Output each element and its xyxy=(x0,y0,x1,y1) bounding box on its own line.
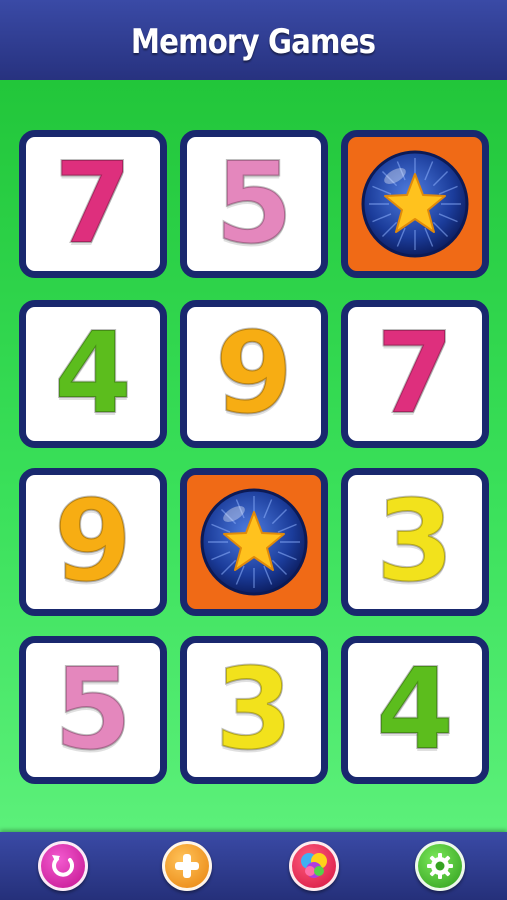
card-number: 5 xyxy=(214,139,294,269)
theme-button[interactable] xyxy=(289,841,339,891)
header-bar: Memory Games xyxy=(0,0,507,80)
card-face: 7 xyxy=(353,312,477,436)
card-4[interactable]: 4 xyxy=(19,300,167,448)
card-number: 9 xyxy=(214,309,294,439)
card-face: 9 xyxy=(31,480,155,604)
card-face: 7 xyxy=(31,142,155,266)
card-10[interactable]: 5 xyxy=(19,636,167,784)
restart-icon xyxy=(52,855,74,877)
card-face: 5 xyxy=(31,648,155,772)
card-number: 5 xyxy=(53,645,133,775)
game-board: 7 5 4 9 7 9 3 5 3 4 xyxy=(0,80,507,832)
card-number: 3 xyxy=(214,645,294,775)
page-title: Memory Games xyxy=(131,22,376,62)
card-number: 4 xyxy=(53,309,133,439)
card-11[interactable]: 3 xyxy=(180,636,328,784)
card-number: 7 xyxy=(53,139,133,269)
star-orb-icon xyxy=(187,475,321,609)
card-number: 3 xyxy=(375,477,455,607)
settings-button[interactable] xyxy=(415,841,465,891)
card-number: 4 xyxy=(375,645,455,775)
bottom-toolbar xyxy=(0,832,507,900)
card-6[interactable]: 7 xyxy=(341,300,489,448)
card-7[interactable]: 9 xyxy=(19,468,167,616)
card-5[interactable]: 9 xyxy=(180,300,328,448)
restart-button[interactable] xyxy=(38,841,88,891)
card-face: 3 xyxy=(192,648,316,772)
card-1[interactable]: 7 xyxy=(19,130,167,278)
gear-icon xyxy=(427,853,453,879)
card-face: 5 xyxy=(192,142,316,266)
card-9[interactable]: 3 xyxy=(341,468,489,616)
card-face: 4 xyxy=(353,648,477,772)
card-number: 7 xyxy=(375,309,455,439)
color-balls-icon xyxy=(301,853,327,878)
card-face: 9 xyxy=(192,312,316,436)
card-12[interactable]: 4 xyxy=(341,636,489,784)
add-button[interactable] xyxy=(162,841,212,891)
card-8[interactable] xyxy=(180,468,328,616)
card-number: 9 xyxy=(53,477,133,607)
star-orb-icon xyxy=(348,137,482,271)
plus-icon xyxy=(175,854,199,878)
card-face: 4 xyxy=(31,312,155,436)
card-3[interactable] xyxy=(341,130,489,278)
card-face: 3 xyxy=(353,480,477,604)
card-2[interactable]: 5 xyxy=(180,130,328,278)
